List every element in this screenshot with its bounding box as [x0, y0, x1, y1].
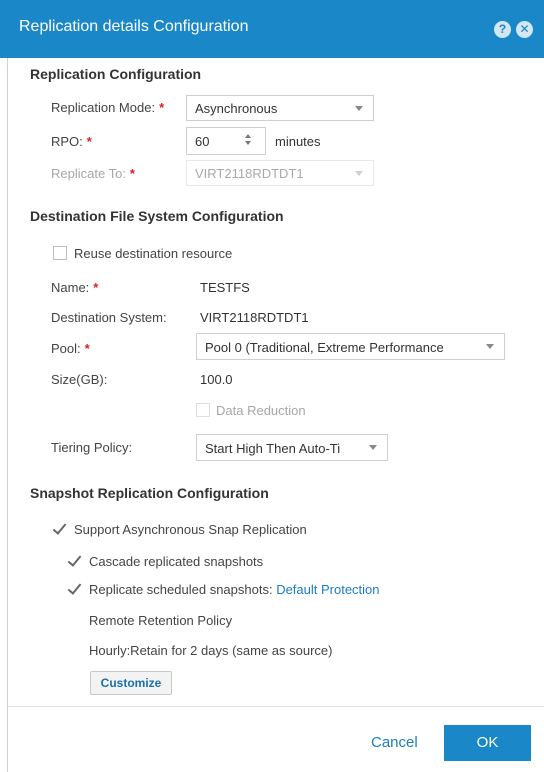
size-label: Size(GB): — [51, 372, 108, 387]
stepper-up-icon[interactable] — [245, 134, 251, 138]
required-mark: * — [159, 100, 165, 115]
replication-mode-label: Replication Mode: * — [51, 100, 165, 115]
destination-system-value: VIRT2118RDTDT1 — [200, 310, 309, 325]
replication-mode-value: Asynchronous — [195, 101, 278, 116]
rpo-stepper[interactable]: 60 — [186, 127, 266, 155]
cascade-snapshots-checkbox[interactable] — [66, 553, 82, 569]
replicate-to-select: VIRT2118RDTDT1 — [186, 160, 374, 186]
fs-name-value: TESTFS — [200, 280, 250, 295]
data-reduction-label: Data Reduction — [216, 403, 306, 418]
rpo-label: RPO: * — [51, 134, 92, 149]
reuse-destination-checkbox[interactable] — [53, 246, 67, 260]
replicate-to-value: VIRT2118RDTDT1 — [195, 166, 304, 181]
destination-system-label: Destination System: — [51, 310, 167, 325]
scheduled-snapshots-label: Replicate scheduled snapshots: Default P… — [89, 582, 380, 597]
chevron-down-icon — [355, 106, 363, 111]
help-icon[interactable]: ? — [494, 21, 511, 38]
required-mark: * — [93, 280, 99, 295]
replication-section-title: Replication Configuration — [30, 66, 202, 82]
cancel-button[interactable]: Cancel — [371, 734, 418, 751]
chevron-down-icon — [486, 344, 494, 349]
footer-divider — [8, 706, 544, 707]
default-protection-link[interactable]: Default Protection — [276, 582, 379, 597]
pool-value: Pool 0 (Traditional, Extreme Performance — [205, 340, 444, 355]
snapshot-section-title: Snapshot Replication Configuration — [30, 485, 269, 501]
size-value: 100.0 — [200, 372, 233, 387]
tiering-policy-value: Start High Then Auto-Ti — [205, 441, 341, 456]
rpo-unit: minutes — [275, 134, 321, 149]
reuse-destination-label: Reuse destination resource — [74, 246, 233, 261]
pool-select[interactable]: Pool 0 (Traditional, Extreme Performance — [196, 333, 505, 360]
tiering-policy-label: Tiering Policy: — [51, 440, 133, 455]
required-mark: * — [129, 166, 135, 181]
dialog-title: Replication details Configuration — [19, 18, 249, 35]
stepper-down-icon[interactable] — [245, 141, 251, 145]
chevron-down-icon — [369, 445, 377, 450]
support-async-snap-checkbox[interactable] — [51, 521, 67, 537]
cascade-snapshots-label: Cascade replicated snapshots — [89, 554, 264, 569]
ok-button[interactable]: OK — [444, 725, 531, 761]
dialog-titlebar: Replication details Configuration ? ✕ — [0, 0, 544, 58]
required-mark: * — [84, 341, 90, 356]
chevron-down-icon — [355, 171, 363, 176]
destination-section-title: Destination File System Configuration — [30, 208, 284, 224]
close-icon[interactable]: ✕ — [516, 21, 533, 38]
rpo-value: 60 — [195, 134, 210, 149]
replicate-to-label: Replicate To: * — [51, 166, 135, 181]
dialog-left-border — [7, 58, 8, 772]
data-reduction-checkbox — [196, 403, 210, 417]
retention-policy-title: Remote Retention Policy — [89, 613, 233, 628]
pool-label: Pool: * — [51, 341, 90, 356]
required-mark: * — [86, 134, 92, 149]
retention-policy-text: Hourly:Retain for 2 days (same as source… — [89, 643, 333, 658]
support-async-snap-label: Support Asynchronous Snap Replication — [74, 522, 307, 537]
customize-button[interactable]: Customize — [90, 671, 172, 695]
scheduled-snapshots-checkbox[interactable] — [66, 581, 82, 597]
fs-name-label: Name: * — [51, 280, 99, 295]
replication-mode-select[interactable]: Asynchronous — [186, 95, 374, 121]
tiering-policy-select[interactable]: Start High Then Auto-Ti — [196, 434, 388, 461]
